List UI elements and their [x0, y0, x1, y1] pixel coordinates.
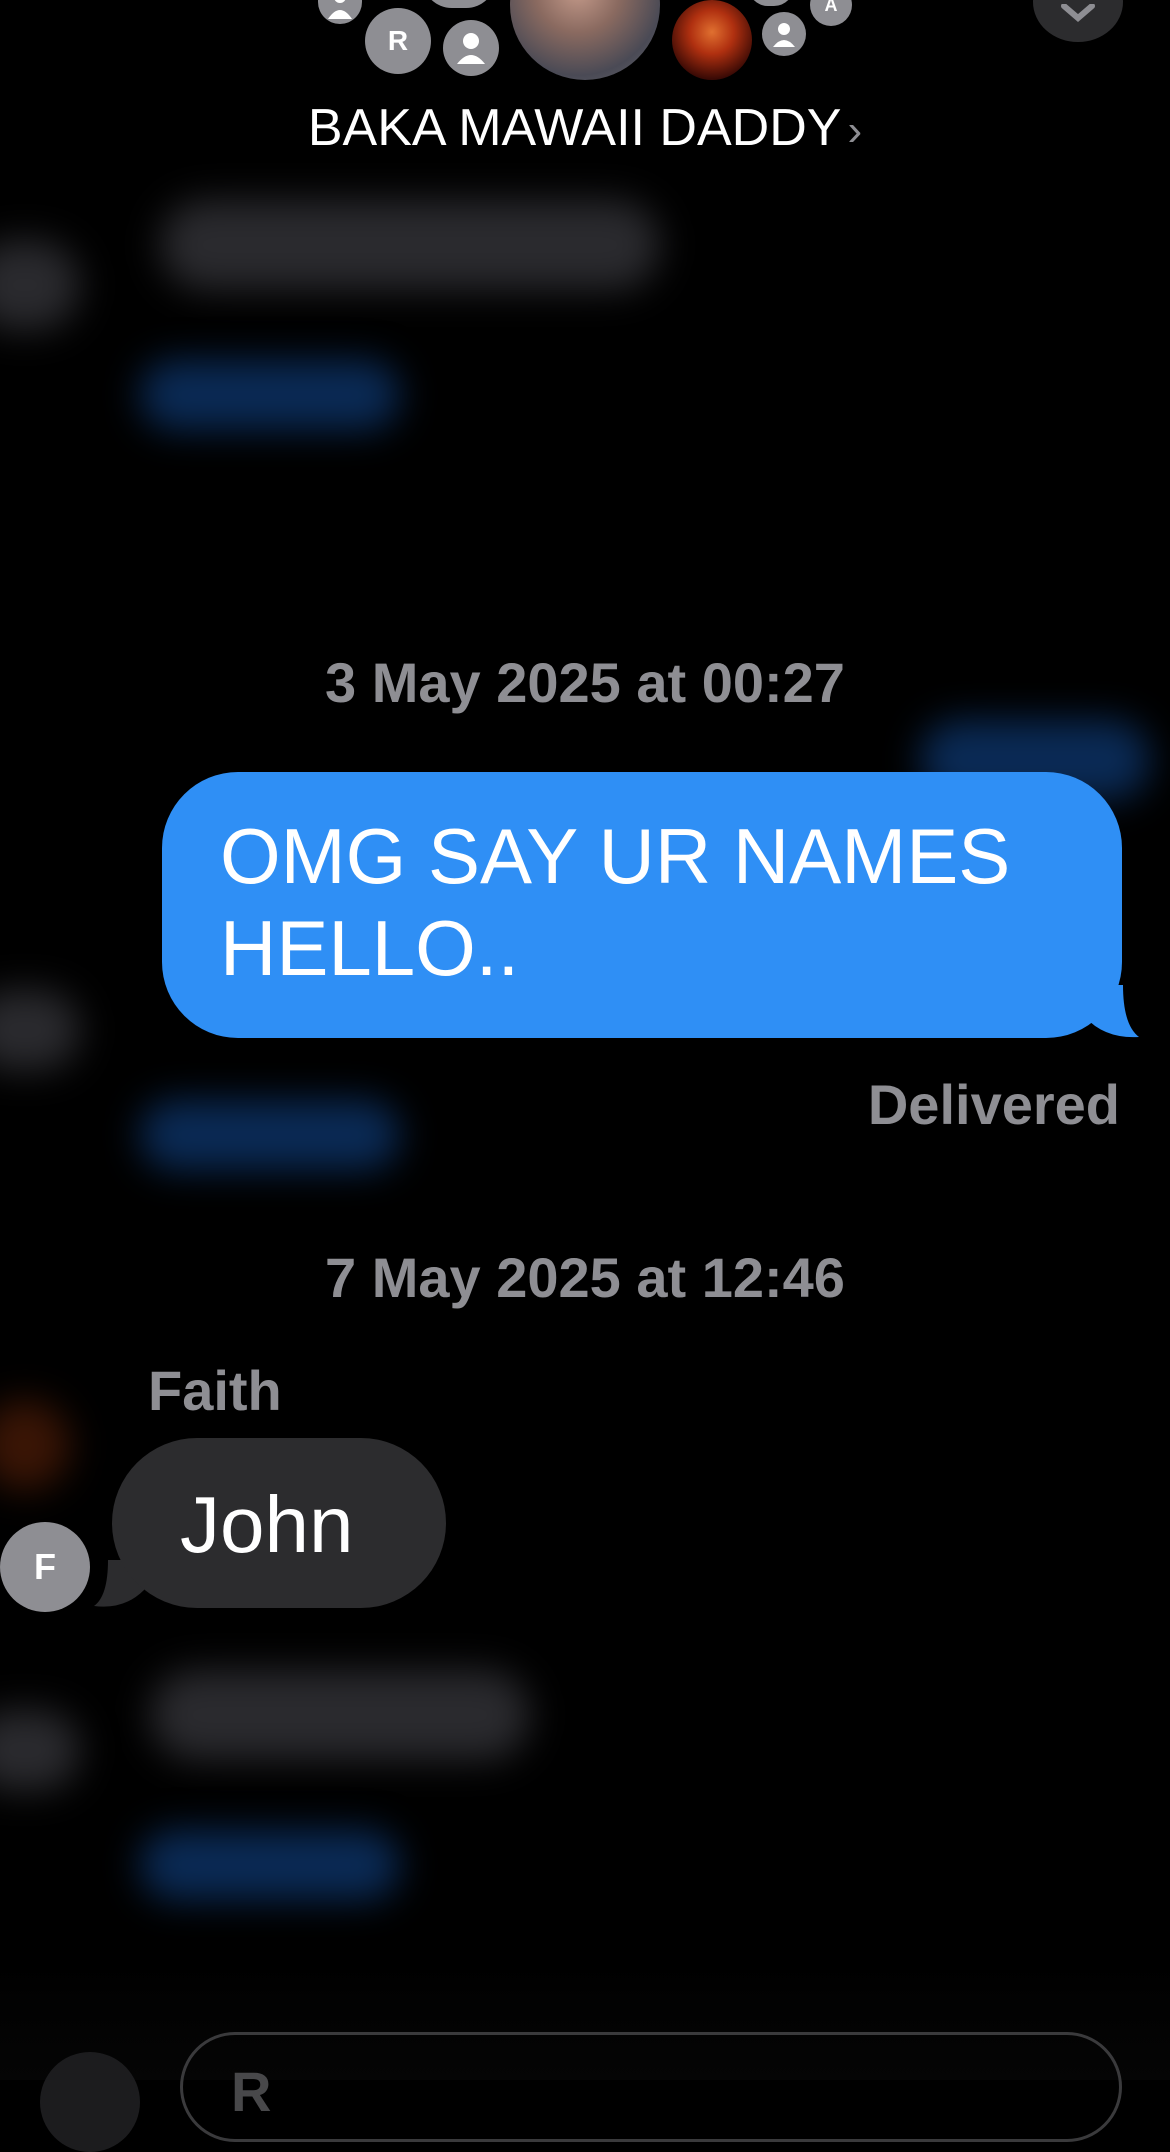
blurred-avatar: [0, 1710, 80, 1790]
contact-avatar-photo[interactable]: [672, 0, 752, 80]
sender-avatar[interactable]: F: [0, 1522, 90, 1612]
group-name[interactable]: BAKA MAWAII DADDY ›: [0, 98, 1170, 158]
message-timestamp: 7 May 2025 at 12:46: [325, 1246, 845, 1309]
blurred-avatar: [0, 240, 80, 330]
blurred-message: [140, 1830, 400, 1900]
blurred-message: [140, 1100, 400, 1170]
message-text-line: OMG SAY UR NAMES: [220, 812, 1011, 900]
blurred-avatar: [0, 1400, 70, 1490]
contact-avatar[interactable]: [318, 0, 362, 24]
message-input-placeholder: R: [231, 2060, 272, 2123]
contact-avatar-a[interactable]: A: [810, 0, 852, 26]
add-attachment-button[interactable]: [40, 2052, 140, 2152]
contact-avatar[interactable]: [443, 20, 499, 76]
blurred-message: [160, 200, 660, 290]
person-icon: [457, 33, 485, 64]
group-title-text: BAKA MAWAII DADDY: [307, 99, 842, 157]
incoming-message-bubble[interactable]: John: [112, 1438, 446, 1608]
message-timestamp: 3 May 2025 at 00:27: [325, 651, 845, 714]
blurred-message: [150, 1670, 530, 1760]
message-text-line: HELLO..: [220, 904, 520, 992]
delivery-status: Delivered: [867, 1073, 1120, 1136]
chevron-right-icon: ›: [847, 106, 863, 155]
contact-avatar[interactable]: [748, 0, 794, 6]
contact-avatar[interactable]: [762, 12, 806, 56]
blurred-message: [140, 360, 400, 430]
person-icon: [773, 23, 795, 47]
outgoing-message-bubble[interactable]: OMG SAY UR NAMES HELLO..: [162, 772, 1122, 1038]
bubble-tail: [1085, 985, 1139, 1038]
avatar-initial: F: [34, 1546, 56, 1587]
avatar-initial: A: [824, 0, 838, 15]
contact-avatar-photo[interactable]: [510, 0, 660, 80]
contact-avatar-r[interactable]: R: [365, 8, 431, 74]
close-icon: [1061, 4, 1095, 22]
contact-avatar[interactable]: [422, 0, 496, 8]
message-text: John: [180, 1480, 354, 1569]
avatar-initial: R: [387, 25, 409, 56]
person-icon: [328, 0, 352, 19]
message-input[interactable]: R: [180, 2032, 1122, 2142]
sender-name: Faith: [148, 1359, 282, 1422]
blurred-avatar: [0, 990, 80, 1070]
close-button[interactable]: [1033, 0, 1123, 42]
